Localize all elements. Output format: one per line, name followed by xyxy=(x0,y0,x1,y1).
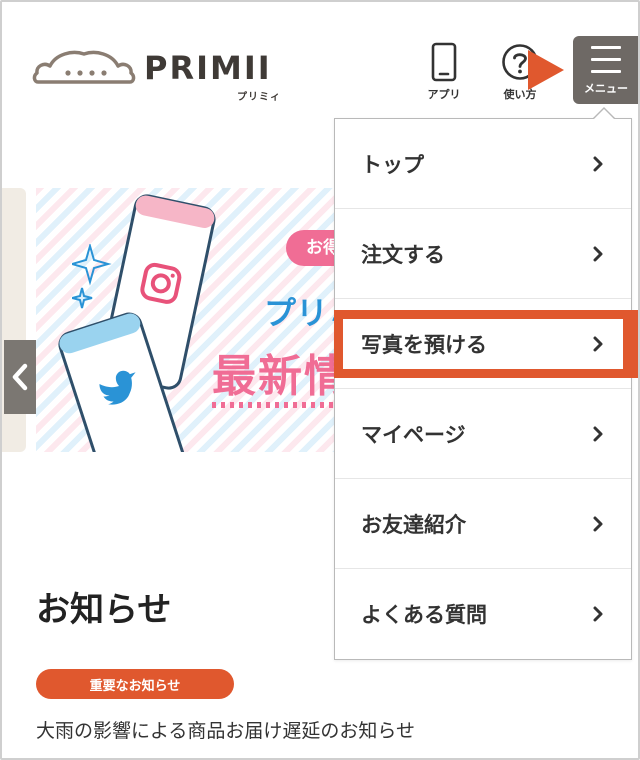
phone-twitter-image xyxy=(58,312,188,452)
chevron-right-icon xyxy=(593,336,603,351)
banner-slide[interactable]: お得 プリミ 最新情 xyxy=(36,188,356,452)
chevron-right-icon xyxy=(593,606,603,622)
smartphone-icon xyxy=(431,42,457,82)
menu-item-refer-friend[interactable]: お友達紹介 xyxy=(335,479,631,569)
menu-item-mypage[interactable]: マイページ xyxy=(335,389,631,479)
chevron-left-icon xyxy=(12,363,28,391)
menu-item-top[interactable]: トップ xyxy=(335,119,631,209)
chevron-right-icon xyxy=(593,426,603,441)
chevron-right-icon xyxy=(593,246,603,261)
app-button[interactable]: アプリ xyxy=(416,40,472,106)
app-frame: PRIMII プリミィ アプリ 使い方 メニュー お得 プリミ 最新情 お知らせ… xyxy=(0,0,640,760)
menu-item-label: よくある質問 xyxy=(361,603,487,627)
menu-button[interactable]: メニュー xyxy=(573,36,638,104)
menu-item-label: お友達紹介 xyxy=(361,512,466,537)
menu-item-label: トップ xyxy=(361,152,424,177)
navigation-dropdown: トップ 注文する 写真を預ける マイページ お友達紹介 よくある質問 xyxy=(334,118,632,660)
menu-item-faq[interactable]: よくある質問 xyxy=(335,569,631,659)
menu-item-order[interactable]: 注文する xyxy=(335,209,631,299)
logo-kana: プリミィ xyxy=(237,92,281,103)
menu-item-label: 写真を預ける xyxy=(361,332,487,357)
notice-link[interactable]: 大雨の影響による商品お届け遅延のお知らせ xyxy=(36,716,415,743)
pointer-arrow-icon xyxy=(528,50,564,90)
carousel-prev-button[interactable] xyxy=(4,340,36,414)
hamburger-icon-bar xyxy=(591,70,621,73)
menu-item-label: 注文する xyxy=(361,242,445,267)
app-button-label: アプリ xyxy=(427,88,461,101)
menu-button-label: メニュー xyxy=(584,82,628,95)
highlight-annotation-tab xyxy=(632,310,638,378)
logo[interactable]: PRIMII プリミィ xyxy=(32,46,292,103)
chevron-right-icon xyxy=(593,156,603,171)
logo-wordmark: PRIMII xyxy=(144,49,272,87)
important-notice-badge: 重要なお知らせ xyxy=(36,669,234,699)
notices-title: お知らせ xyxy=(36,590,172,630)
hamburger-icon xyxy=(591,46,621,49)
dropdown-caret-fill xyxy=(593,109,615,120)
menu-item-deposit-photos[interactable]: 写真を預ける xyxy=(335,299,631,389)
chevron-right-icon xyxy=(593,516,603,531)
cloud-logo-icon xyxy=(32,50,136,84)
menu-item-label: マイページ xyxy=(361,422,466,447)
hamburger-icon-bar xyxy=(591,58,621,61)
banner-subheadline: 最新情 xyxy=(212,351,350,402)
